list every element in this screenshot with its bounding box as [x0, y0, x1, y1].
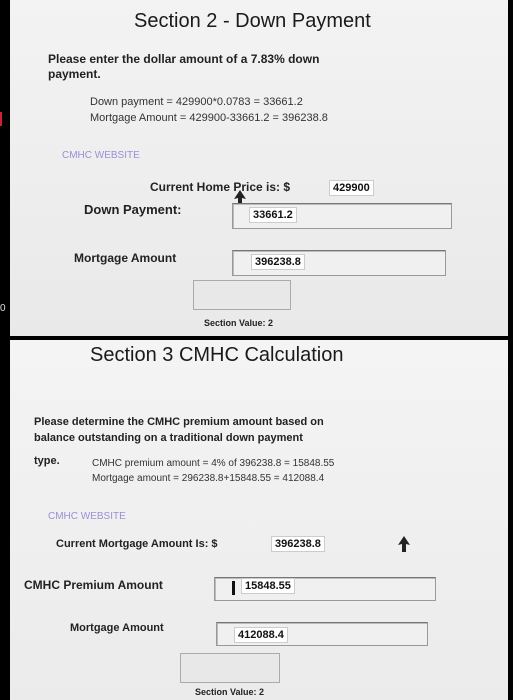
section2-instruction-line2: payment. [48, 67, 101, 81]
section2-value-label: Section Value: 2 [204, 318, 274, 328]
mortgage-amount-value: 396238.8 [251, 254, 305, 270]
section3-mortgage-value: 412088.4 [234, 627, 288, 643]
down-payment-value: 33661.2 [249, 207, 297, 223]
section3-instruction-line3: type. [34, 455, 60, 467]
margin-marker: 0 [0, 303, 6, 314]
section2-instruction-line1: Please enter the dollar amount of a 7.83… [48, 52, 320, 66]
current-mortgage-label: Current Mortgage Amount Is: $ [56, 538, 218, 550]
section3-title: Section 3 CMHC Calculation [90, 344, 344, 366]
mouse-cursor-icon [398, 536, 410, 552]
section2-cmhc-website-link[interactable]: CMHC WEBSITE [62, 150, 140, 161]
section2-title: Section 2 - Down Payment [134, 10, 371, 32]
section2-note-line1: Down payment = 429900*0.0783 = 33661.2 [90, 96, 303, 108]
section3-mortgage-label: Mortgage Amount [70, 622, 164, 634]
premium-amount-label: CMHC Premium Amount [24, 578, 163, 592]
margin-mark [0, 112, 2, 126]
home-price-label: Current Home Price is: $ [150, 180, 291, 194]
section2-note-line2: Mortgage Amount = 429900-33661.2 = 39623… [90, 112, 328, 124]
section3-note-line1: CMHC premium amount = 4% of 396238.8 = 1… [92, 458, 335, 469]
submit-box[interactable] [193, 280, 291, 310]
section3-value-label: Section Value: 2 [195, 687, 265, 697]
submit-box[interactable] [180, 653, 280, 683]
home-price-value: 429900 [329, 180, 374, 196]
section3-instruction-line1: Please determine the CMHC premium amount… [34, 416, 324, 428]
premium-amount-value: 15848.55 [241, 578, 295, 594]
text-caret [232, 581, 235, 595]
section3-panel: Section 3 CMHC Calculation Please determ… [10, 340, 508, 700]
section2-panel: Section 2 - Down Payment Please enter th… [10, 0, 508, 336]
down-payment-label: Down Payment: [84, 202, 182, 217]
section3-cmhc-website-link[interactable]: CMHC WEBSITE [48, 511, 126, 522]
section3-note-line2: Mortgage amount = 296238.8+15848.55 = 41… [92, 473, 325, 484]
section3-instruction-line2: balance outstanding on a traditional dow… [34, 432, 303, 444]
current-mortgage-value: 396238.8 [271, 536, 325, 552]
mortgage-amount-label: Mortgage Amount [74, 251, 177, 265]
